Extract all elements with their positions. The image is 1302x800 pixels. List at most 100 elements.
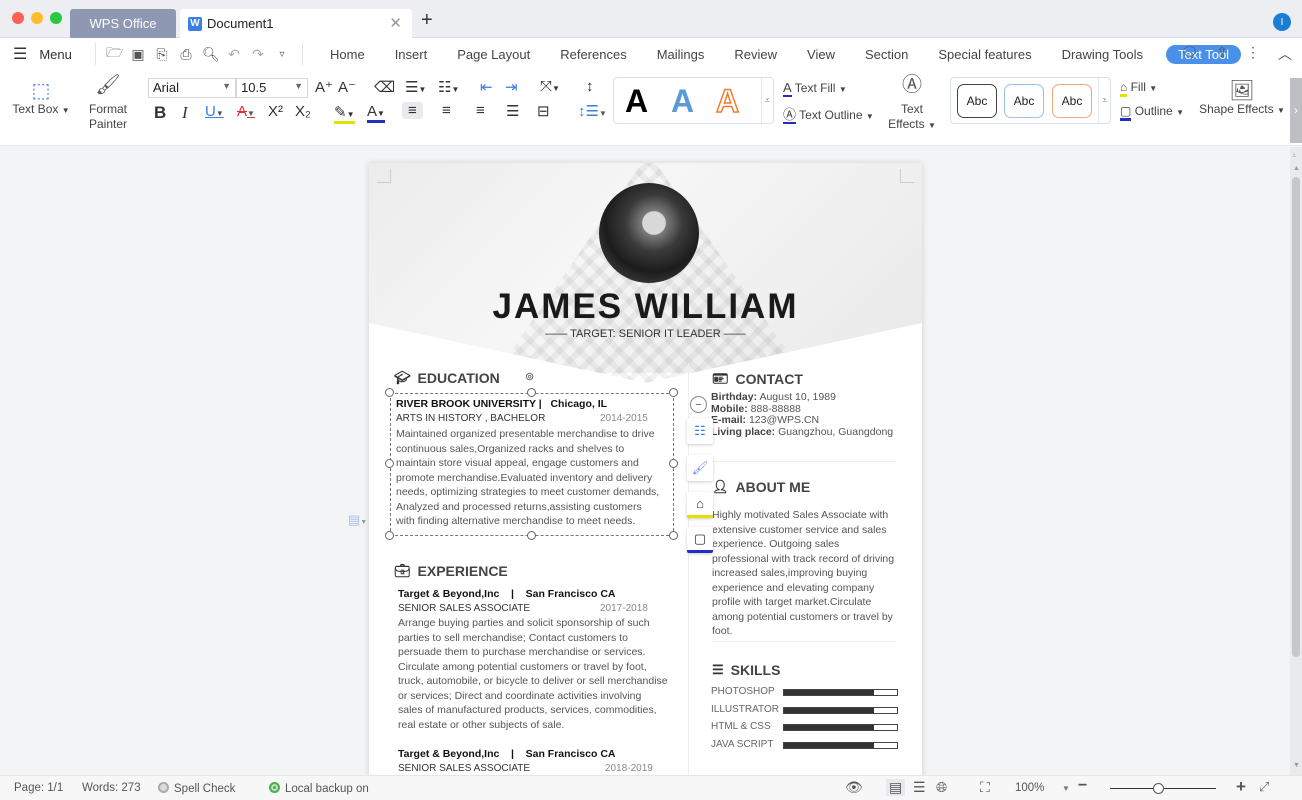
more-options-icon[interactable]: ⋮ — [1246, 44, 1260, 64]
align-left-icon[interactable]: ≡ — [402, 102, 423, 119]
align-right-icon[interactable]: ≡ — [476, 102, 485, 119]
tab-special-features[interactable]: Special features — [923, 47, 1046, 62]
bullet-list-icon[interactable]: ☰▼ — [405, 78, 426, 96]
page-view-icon[interactable]: ▤ — [886, 779, 906, 796]
close-tab-icon[interactable]: ✕ — [389, 14, 402, 32]
fullscreen-icon[interactable]: ⤢ — [1259, 779, 1269, 795]
shape-outline-icon[interactable]: ▢ — [687, 527, 713, 553]
outline-view-icon[interactable]: ☰ — [913, 779, 926, 796]
menu-button[interactable]: ☰ Menu — [13, 44, 85, 64]
scroll-down-icon[interactable]: ▼ — [1293, 762, 1300, 769]
local-backup-toggle[interactable]: Local backup on — [269, 782, 369, 795]
resize-handle[interactable] — [669, 531, 678, 540]
wordart-black-style[interactable]: A — [625, 83, 648, 120]
paragraph-layout-icon[interactable]: ▤▼ — [348, 512, 367, 528]
superscript-icon[interactable]: X² — [268, 103, 283, 120]
tab-drawing-tools[interactable]: Drawing Tools — [1047, 47, 1158, 62]
shape-style-blue[interactable]: Abc — [1004, 84, 1044, 118]
font-color-icon[interactable]: A▼ — [367, 103, 385, 123]
tab-section[interactable]: Section — [850, 47, 923, 62]
zoom-level[interactable]: 100% — [1015, 782, 1044, 794]
shape-effects-button[interactable]: 🖼︎ Shape Effects ▼ — [1198, 78, 1286, 116]
resize-handle[interactable] — [527, 388, 536, 397]
word-count[interactable]: Words: 273 — [82, 782, 141, 794]
decrease-font-size-icon[interactable]: A⁻ — [338, 78, 356, 96]
gallery-expand-icon[interactable]: ⩡ — [761, 78, 773, 123]
zoom-out-icon[interactable]: − — [1078, 777, 1087, 795]
export-pdf-icon[interactable]: ⎘ — [154, 46, 170, 63]
open-folder-icon[interactable]: 🗁 — [106, 42, 123, 66]
highlight-icon[interactable]: ✎▼ — [334, 103, 355, 124]
vertical-scrollbar[interactable]: ⩡ ▲ ▼ — [1290, 147, 1302, 775]
eye-protection-icon[interactable]: 👁︎ — [845, 779, 863, 796]
shape-style-orange[interactable]: Abc — [1052, 84, 1092, 118]
justify-icon[interactable]: ☰ — [506, 102, 519, 120]
sort-icon[interactable]: ↕ — [586, 78, 594, 95]
text-outline-button[interactable]: Ⓐ Text Outline ▼ — [783, 104, 874, 124]
spell-check-toggle[interactable]: Spell Check — [158, 782, 235, 795]
comment-icon[interactable]: 🗨︎ — [1180, 44, 1198, 64]
fill-button[interactable]: ⌂ Fill ▼ — [1120, 80, 1157, 97]
shape-style-dark[interactable]: Abc — [957, 84, 997, 118]
collapse-icon[interactable]: − — [690, 396, 707, 413]
profile-photo[interactable] — [599, 183, 699, 283]
collapse-ribbon-icon[interactable]: ︿ — [1278, 44, 1292, 64]
tab-review[interactable]: Review — [719, 47, 792, 62]
italic-icon[interactable]: I — [182, 103, 188, 123]
customize-dropdown-icon[interactable]: ▿ — [274, 49, 290, 60]
subscript-icon[interactable]: X₂ — [295, 103, 311, 120]
undo-icon[interactable]: ↶ — [226, 46, 242, 63]
shape-fill-icon[interactable]: ⌂ — [687, 492, 713, 518]
line-spacing-icon[interactable]: ↕☰▼ — [578, 102, 607, 120]
gallery-expand-icon[interactable]: ⩡ — [1098, 78, 1110, 123]
font-size-select[interactable]: 10.5 ▼ — [236, 78, 308, 98]
wordart-orange-outline-style[interactable]: A — [715, 82, 740, 120]
scroll-thumb[interactable] — [1292, 177, 1300, 657]
clear-format-icon[interactable]: ⌫ — [374, 78, 395, 96]
decrease-indent-icon[interactable]: ⇤ — [480, 78, 493, 96]
tab-document1[interactable]: W Document1 ✕ — [180, 9, 412, 38]
close-window-button[interactable] — [12, 12, 24, 24]
resize-handle[interactable] — [385, 388, 394, 397]
increase-indent-icon[interactable]: ⇥ — [505, 78, 518, 96]
print-preview-icon[interactable]: 🔍︎ — [202, 46, 220, 63]
increase-font-size-icon[interactable]: A⁺ — [315, 78, 333, 96]
minimize-window-button[interactable] — [31, 12, 43, 24]
resize-handle[interactable] — [527, 531, 536, 540]
distributed-icon[interactable]: ⊟ — [537, 102, 550, 120]
wordart-blue-style[interactable]: A — [671, 83, 694, 120]
print-icon[interactable]: ⎙ — [178, 46, 194, 63]
page-nav-icon[interactable]: ⩡ — [1292, 151, 1297, 161]
resize-handle[interactable] — [669, 459, 678, 468]
redo-icon[interactable]: ↷ — [250, 46, 266, 63]
tab-page-layout[interactable]: Page Layout — [442, 47, 545, 62]
tab-references[interactable]: References — [545, 47, 641, 62]
fit-page-icon[interactable]: ⛶ — [980, 779, 990, 796]
tab-view[interactable]: View — [792, 47, 850, 62]
zoom-in-icon[interactable]: + — [1236, 777, 1246, 797]
text-effects-button[interactable]: Ⓐ Text Effects ▼ — [888, 75, 936, 133]
layout-options-icon[interactable]: ☷ — [687, 418, 713, 444]
education-description[interactable]: Maintained organized presentable merchan… — [396, 427, 661, 529]
underline-icon[interactable]: U▼ — [205, 103, 224, 120]
text-box-button[interactable]: ⬚ Text Box ▼ — [10, 78, 72, 116]
save-icon[interactable]: ▣ — [130, 46, 146, 63]
tab-mailings[interactable]: Mailings — [642, 47, 720, 62]
brush-style-icon[interactable]: 🖌︎ — [687, 455, 713, 481]
text-fill-button[interactable]: A Text Fill ▼ — [783, 80, 847, 97]
strikethrough-icon[interactable]: A▼ — [237, 103, 255, 120]
numbered-list-icon[interactable]: ☷▼ — [438, 78, 459, 96]
bold-icon[interactable]: B — [154, 103, 166, 123]
tab-wps-office[interactable]: WPS Office — [70, 9, 176, 38]
maximize-window-button[interactable] — [50, 12, 62, 24]
align-center-icon[interactable]: ≡ — [442, 102, 451, 119]
tab-home[interactable]: Home — [315, 47, 380, 62]
outline-button[interactable]: ▢ Outline ▼ — [1120, 104, 1184, 121]
resize-handle[interactable] — [669, 388, 678, 397]
font-name-select[interactable]: Arial ▼ — [148, 78, 236, 98]
ribbon-scroll-right-button[interactable]: › — [1290, 78, 1302, 143]
zoom-dropdown-icon[interactable]: ▼ — [1062, 784, 1070, 793]
zoom-slider-knob[interactable] — [1152, 783, 1164, 794]
scroll-up-icon[interactable]: ▲ — [1293, 165, 1300, 172]
new-tab-button[interactable]: + — [421, 9, 433, 32]
